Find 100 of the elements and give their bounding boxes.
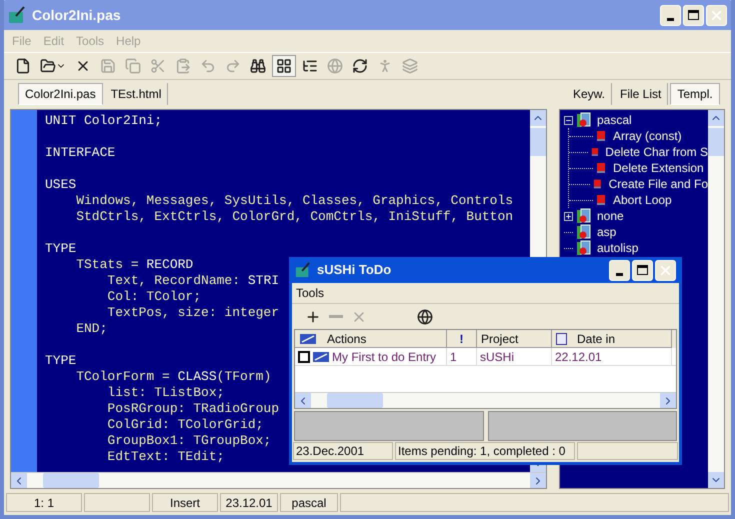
grid-icon — [276, 58, 292, 74]
status-panel: 1: 1 — [6, 493, 82, 512]
code-line: TStats = RECORD — [75, 257, 194, 272]
scroll-up-button[interactable] — [708, 110, 724, 126]
template-icon — [596, 130, 606, 142]
template-group-icon — [576, 112, 592, 128]
tree-item[interactable]: Abort Loop — [609, 191, 672, 209]
tree-item[interactable]: Delete Char from S — [601, 143, 708, 161]
code-line: GroupBox1: TGroupBox; — [106, 433, 272, 448]
code-line: ColGrid: TColorGrid; — [106, 417, 264, 432]
maximize-icon — [637, 265, 648, 275]
folder-icon — [40, 58, 56, 74]
save-icon — [100, 58, 116, 74]
copy-icon — [125, 58, 141, 74]
calendar-icon — [556, 332, 567, 344]
code-line: Text, RecordName: STRI — [106, 273, 280, 288]
code-line: Col: TColor; — [106, 289, 202, 304]
scroll-thumb[interactable] — [708, 128, 724, 156]
column-header[interactable]: Project — [477, 330, 552, 348]
column-header[interactable]: Date in — [552, 330, 672, 348]
code-line: list: TListBox; — [106, 385, 224, 400]
maximize-button[interactable] — [632, 260, 653, 280]
template-icon — [596, 194, 606, 206]
scroll-thumb[interactable] — [327, 393, 383, 408]
status-panel — [84, 493, 150, 512]
tab[interactable]: Color2Ini.pas — [18, 83, 103, 105]
template-group-icon — [576, 224, 592, 240]
tab[interactable]: Keyw. — [567, 83, 612, 105]
status-panel: pascal — [280, 493, 338, 512]
code-line: TextPos, size: integer — [106, 305, 280, 320]
code-line: UNIT Color2Ini; — [45, 113, 162, 128]
column-header[interactable]: ! — [447, 330, 477, 348]
tree-item[interactable]: autolisp — [595, 239, 638, 257]
globe-icon — [417, 308, 433, 324]
app-icon — [295, 262, 311, 278]
template-icon — [590, 146, 598, 158]
expand-toggle[interactable] — [564, 212, 573, 220]
window-title: sUSHi ToDo — [317, 261, 392, 280]
checkbox[interactable] — [298, 350, 310, 362]
tree-item[interactable]: pascal — [595, 111, 632, 129]
template-icon — [596, 162, 606, 174]
code-line: PosRGroup: TRadioGroup — [106, 401, 280, 416]
status-panel: Items pending: 1, completed : 0 — [395, 442, 575, 460]
minimize-icon — [667, 18, 674, 20]
scroll-thumb[interactable] — [43, 473, 99, 488]
minus-icon — [329, 315, 343, 318]
tab[interactable]: TEst.html — [104, 83, 168, 105]
scroll-up-button[interactable] — [530, 110, 546, 126]
scroll-left-button[interactable] — [295, 393, 311, 408]
globe-icon — [327, 58, 343, 74]
menu-item[interactable]: Tools — [296, 284, 324, 302]
table-cell-text: 1 — [450, 348, 457, 366]
code-line: StdCtrls, ExtCtrls, ColorGrd, ComCtrls, IniStuff, Button — [75, 209, 514, 224]
note-field[interactable] — [488, 411, 677, 441]
maximize-icon — [688, 10, 699, 20]
code-line: END; — [75, 321, 108, 336]
scroll-left-button[interactable] — [11, 473, 27, 488]
code-line: INTERFACE — [45, 145, 116, 160]
scroll-thumb[interactable] — [530, 128, 546, 156]
app-icon — [8, 6, 26, 24]
toolbar-button[interactable] — [272, 55, 296, 77]
column-header[interactable]: Actions — [295, 330, 447, 348]
todo-list-icon — [312, 350, 330, 362]
status-panel: 23.Dec.2001 — [293, 442, 393, 460]
scroll-right-button[interactable] — [660, 393, 676, 408]
tree-item[interactable]: asp — [595, 223, 616, 241]
note-field[interactable] — [294, 411, 484, 441]
table-cell-text: sUSHi — [480, 348, 514, 366]
tab[interactable]: Templ. — [670, 83, 720, 105]
status-panel: Insert — [152, 493, 218, 512]
horizontal-scrollbar[interactable] — [11, 472, 546, 488]
minimize-button[interactable] — [660, 4, 681, 26]
table-cell-text: 22.12.01 — [555, 348, 602, 366]
paste-icon — [175, 58, 191, 74]
vertical-scrollbar[interactable] — [708, 110, 724, 488]
template-icon — [592, 178, 602, 190]
code-line: TYPE — [45, 353, 76, 368]
binoculars-icon — [250, 58, 266, 74]
tree-item[interactable]: Create File and Fo — [604, 175, 708, 193]
code-line: EdtText: TEdit; — [106, 449, 224, 464]
horizontal-scrollbar[interactable] — [295, 392, 676, 408]
maximize-button[interactable] — [683, 4, 704, 26]
scroll-right-button[interactable] — [530, 473, 546, 488]
scroll-down-button[interactable] — [708, 472, 724, 488]
new-file-icon — [15, 58, 31, 74]
redo-icon — [225, 58, 241, 74]
minimize-button[interactable] — [609, 260, 630, 280]
tree-item[interactable]: none — [595, 207, 624, 225]
tab[interactable]: File List — [614, 83, 668, 105]
code-line: TYPE — [45, 241, 76, 256]
code-line: Windows, Messages, SysUtils, Classes, Graphics, Controls — [75, 193, 514, 208]
expand-toggle[interactable] — [564, 116, 573, 124]
scissors-icon — [150, 58, 166, 74]
todo-list-icon — [299, 332, 317, 344]
close-button[interactable] — [655, 260, 676, 280]
template-group-icon — [576, 240, 592, 256]
tree-item[interactable]: Array (const) — [609, 127, 682, 145]
refresh-icon — [352, 58, 368, 74]
table-cell-text: My First to do Entry — [332, 348, 436, 366]
tree-item[interactable]: Delete Extension — [609, 159, 704, 177]
